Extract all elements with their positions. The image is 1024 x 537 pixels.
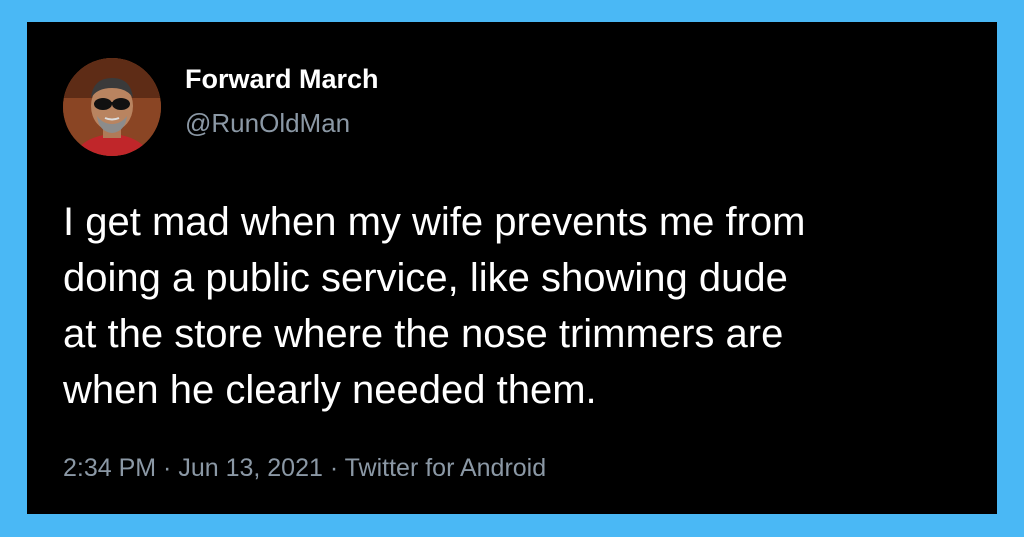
tweet-text-line: I get mad when my wife prevents me from (63, 200, 806, 244)
avatar[interactable] (63, 58, 161, 156)
tweet-text: I get mad when my wife prevents me from … (63, 194, 973, 418)
avatar-photo (63, 58, 161, 156)
author-name[interactable]: Forward March (185, 64, 379, 95)
author-handle[interactable]: @RunOldMan (185, 108, 350, 139)
tweet-timestamp[interactable]: 2:34 PM · Jun 13, 2021 · Twitter for And… (63, 454, 546, 483)
tweet-card: Forward March @RunOldMan I get mad when … (27, 22, 997, 514)
tweet-text-line: at the store where the nose trimmers are (63, 312, 784, 356)
tweet-text-line: when he clearly needed them. (63, 368, 597, 412)
tweet-text-line: doing a public service, like showing dud… (63, 256, 788, 300)
